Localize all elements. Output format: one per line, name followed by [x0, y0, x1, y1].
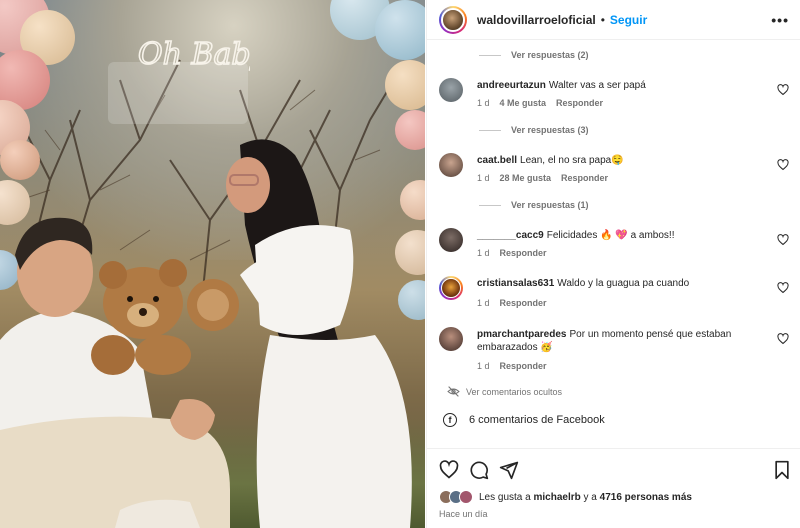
- comment-content: Walter vas a ser papá: [548, 80, 646, 91]
- comment-text: cristiansalas631 Waldo y la guagua pa cua…: [477, 277, 767, 290]
- liker-avatars: [439, 490, 473, 504]
- commenter-avatar[interactable]: [439, 327, 463, 351]
- reply-button[interactable]: Responder: [500, 361, 547, 371]
- reply-button[interactable]: Responder: [561, 173, 608, 183]
- comment-content: Waldo y la guagua pa cuando: [557, 278, 690, 289]
- comment-likes[interactable]: 28 Me gusta: [500, 173, 552, 183]
- view-replies-button[interactable]: Ver respuestas (1): [479, 200, 589, 210]
- comment-text: _______cacc9 Felicidades 🔥 💖 a ambos!!: [477, 229, 767, 242]
- reply-button[interactable]: Responder: [500, 248, 547, 258]
- balloon: [0, 140, 40, 180]
- facebook-icon: f: [443, 413, 457, 427]
- bookmark-icon[interactable]: [772, 460, 792, 480]
- more-horizontal-icon[interactable]: •••: [771, 12, 789, 28]
- heart-icon[interactable]: [777, 84, 789, 96]
- liker-avatar: [459, 490, 473, 504]
- commenter-username[interactable]: caat.bell: [477, 155, 517, 166]
- follow-button[interactable]: Seguir: [610, 13, 647, 27]
- heart-icon[interactable]: [777, 282, 789, 294]
- likes-middle: y a: [583, 491, 597, 503]
- commenter-username[interactable]: andreeurtazun: [477, 80, 546, 91]
- comment-time: 1 d: [477, 98, 490, 108]
- comment-text: caat.bell Lean, el no sra papa🤤: [477, 154, 767, 167]
- comment-meta: 1 d 28 Me gusta Responder: [477, 173, 608, 183]
- comment-likes[interactable]: 4 Me gusta: [500, 98, 547, 108]
- share-send-icon[interactable]: [499, 460, 519, 480]
- comment-time: 1 d: [477, 298, 490, 308]
- likes-user[interactable]: michaelrb: [534, 492, 581, 503]
- comment-bubble-icon[interactable]: [469, 460, 489, 480]
- view-replies-label: Ver respuestas (1): [511, 200, 589, 210]
- actions-divider: [427, 448, 800, 449]
- commenter-username[interactable]: cristiansalas631: [477, 278, 554, 289]
- facebook-comments-label: 6 comentarios de Facebook: [469, 414, 605, 426]
- facebook-comments-link[interactable]: f 6 comentarios de Facebook: [443, 413, 605, 427]
- likes-summary[interactable]: Les gusta a michaelrb y a 4716 personas …: [439, 490, 692, 504]
- view-replies-button[interactable]: Ver respuestas (3): [479, 125, 589, 135]
- comment-time: 1 d: [477, 361, 490, 371]
- comment-text: andreeurtazun Walter vas a ser papá: [477, 79, 767, 92]
- heart-icon[interactable]: [777, 333, 789, 345]
- commenter-avatar[interactable]: [439, 228, 463, 252]
- heart-icon[interactable]: [777, 159, 789, 171]
- heart-icon[interactable]: [777, 234, 789, 246]
- post-timestamp[interactable]: Hace un día: [439, 509, 488, 519]
- svg-text:Oh Baby: Oh Baby: [138, 37, 250, 72]
- post-header: waldovillarroeloficial • Seguir •••: [427, 0, 800, 40]
- comment-text: pmarchantparedes Por un momento pensé que…: [477, 328, 767, 354]
- post-photo[interactable]: Oh Baby: [0, 0, 425, 528]
- view-replies-button[interactable]: Ver respuestas (2): [479, 50, 589, 60]
- view-replies-label: Ver respuestas (2): [511, 50, 589, 60]
- replies-line: [479, 204, 501, 206]
- author-username[interactable]: waldovillarroeloficial: [477, 13, 596, 27]
- comment-time: 1 d: [477, 173, 490, 183]
- comment-meta: 1 d 4 Me gusta Responder: [477, 98, 603, 108]
- view-replies-label: Ver respuestas (3): [511, 125, 589, 135]
- replies-line: [479, 129, 501, 131]
- commenter-username[interactable]: _______cacc9: [477, 230, 544, 241]
- commenter-avatar[interactable]: [439, 78, 463, 102]
- commenter-username[interactable]: pmarchantparedes: [477, 329, 566, 340]
- comment-meta: 1 d Responder: [477, 361, 547, 371]
- post-sidebar: waldovillarroeloficial • Seguir ••• Ver …: [426, 0, 800, 528]
- eye-off-icon: [447, 386, 460, 397]
- like-heart-icon[interactable]: [439, 460, 459, 480]
- view-hidden-comments-button[interactable]: Ver comentarios ocultos: [447, 385, 562, 398]
- commenter-avatar[interactable]: [439, 276, 463, 300]
- post-actions: [439, 460, 789, 482]
- comment-content: Lean, el no sra papa🤤: [520, 155, 624, 166]
- comment-meta: 1 d Responder: [477, 248, 547, 258]
- hidden-comments-label: Ver comentarios ocultos: [466, 386, 563, 397]
- separator-dot: •: [600, 12, 605, 27]
- replies-line: [479, 54, 501, 56]
- author-avatar[interactable]: [439, 5, 467, 34]
- reply-button[interactable]: Responder: [556, 98, 603, 108]
- commenter-avatar[interactable]: [439, 153, 463, 177]
- teddy-bear: [91, 259, 239, 375]
- reply-button[interactable]: Responder: [500, 298, 547, 308]
- comment-time: 1 d: [477, 248, 490, 258]
- comment-meta: 1 d Responder: [477, 298, 547, 308]
- oh-baby-neon-sign: Oh Baby: [108, 36, 250, 124]
- likes-count[interactable]: 4716 personas más: [600, 492, 692, 503]
- likes-prefix: Les gusta a: [479, 491, 531, 503]
- comment-content: Felicidades 🔥 💖 a ambos!!: [546, 230, 675, 241]
